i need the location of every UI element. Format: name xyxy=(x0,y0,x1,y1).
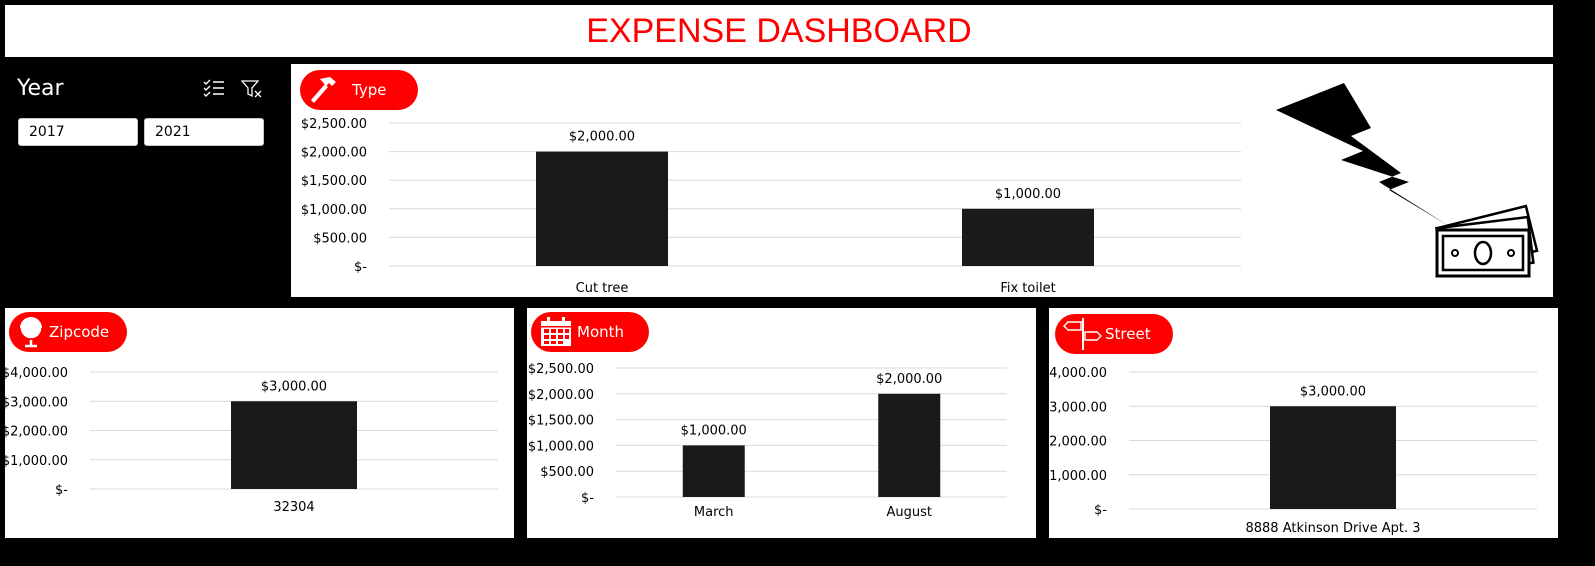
clear-filter-icon[interactable] xyxy=(241,79,263,99)
month-category-label: March xyxy=(694,505,734,520)
title-bar: EXPENSE DASHBOARD xyxy=(5,5,1553,57)
zipcode-ytick-label: $2,000.00 xyxy=(5,425,68,440)
month-ytick-label: $2,500.00 xyxy=(528,362,594,377)
type-ytick-label: $500.00 xyxy=(313,231,367,246)
month-ytick-label: $2,000.00 xyxy=(528,388,594,403)
month-data-label: $2,000.00 xyxy=(876,372,942,387)
zipcode-ytick-label: $1,000.00 xyxy=(5,454,68,469)
zipcode-data-label: $3,000.00 xyxy=(261,379,327,394)
type-panel: Type $- $500.00 $1,000.00 $1,500.00 $2,000.0… xyxy=(291,64,1553,297)
type-bar[interactable] xyxy=(962,208,1094,266)
type-ytick-label: $- xyxy=(354,260,367,275)
type-category-label: Fix toilet xyxy=(1000,281,1055,296)
street-ytick-label: $1,000.00 xyxy=(1049,469,1107,484)
zipcode-chart: $- $1,000.00 $2,000.00 $3,000.00 $4,000.00 $3… xyxy=(5,366,498,515)
month-bar[interactable] xyxy=(682,445,745,497)
type-bar[interactable] xyxy=(536,151,668,266)
month-data-label: $1,000.00 xyxy=(681,423,747,438)
street-ytick-label: $3,000.00 xyxy=(1049,400,1107,415)
zipcode-bar[interactable] xyxy=(231,401,357,489)
month-panel: Month $- $500.00 $1,000.00 $1,500.00 $2,000.… xyxy=(527,308,1036,538)
zipcode-ytick-label: $- xyxy=(55,483,68,498)
type-ytick-label: $1,000.00 xyxy=(301,203,367,218)
street-ytick-label: $2,000.00 xyxy=(1049,435,1107,450)
street-category-label: 8888 Atkinson Drive Apt. 3 xyxy=(1245,521,1420,536)
street-chart: $- $1,000.00 $2,000.00 $3,000.00 $4,000.00 $3… xyxy=(1049,366,1537,536)
month-chart: $- $500.00 $1,000.00 $1,500.00 $2,000.00 $2,5… xyxy=(528,362,1007,520)
multi-select-icon[interactable] xyxy=(203,79,225,99)
type-ytick-label: $2,500.00 xyxy=(301,117,367,132)
month-ytick-label: $500.00 xyxy=(540,465,594,480)
zipcode-ytick-label: $4,000.00 xyxy=(5,366,68,381)
street-bar[interactable] xyxy=(1270,406,1396,509)
zipcode-category-label: 32304 xyxy=(273,500,314,515)
street-ytick-label: $- xyxy=(1094,503,1107,518)
slicer-header: Year xyxy=(17,76,64,101)
type-data-label: $2,000.00 xyxy=(569,130,635,145)
month-ytick-label: $- xyxy=(581,491,594,506)
month-category-label: August xyxy=(887,505,933,520)
zipcode-panel: Zipcode $- $1,000.00 $2,000.00 $3,000.00 $4,… xyxy=(5,308,514,538)
type-ytick-label: $2,000.00 xyxy=(301,146,367,161)
type-ytick-label: $1,500.00 xyxy=(301,174,367,189)
year-option-2021[interactable]: 2021 xyxy=(144,118,264,146)
year-option-2017[interactable]: 2017 xyxy=(18,118,138,146)
street-data-label: $3,000.00 xyxy=(1300,384,1366,399)
street-panel: Street $-$1,000.00$2,000.00$3,000.00$4,0… xyxy=(1049,308,1558,538)
street-ytick-label: $4,000.00 xyxy=(1049,366,1107,381)
month-ytick-label: $1,500.00 xyxy=(528,414,594,429)
zipcode-ytick-label: $3,000.00 xyxy=(5,395,68,410)
month-ytick-label: $1,000.00 xyxy=(528,439,594,454)
type-category-label: Cut tree xyxy=(576,281,629,296)
year-slicer: Year 2017 2021 xyxy=(5,62,285,302)
money-lightning-icon xyxy=(1276,83,1539,278)
type-data-label: $1,000.00 xyxy=(995,187,1061,202)
page-title: EXPENSE DASHBOARD xyxy=(586,11,972,50)
month-bar[interactable] xyxy=(878,393,941,497)
